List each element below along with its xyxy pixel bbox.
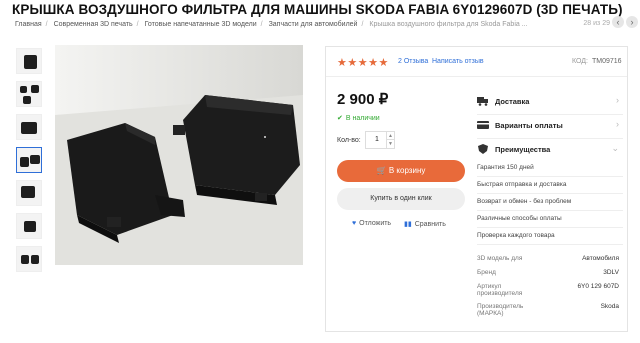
add-to-cart-button[interactable]: 🛒 В корзину <box>337 160 465 182</box>
list-item: Быстрая отправка и доставка <box>477 177 623 194</box>
sku-value: TM09716 <box>592 58 622 65</box>
thumbnail-active[interactable] <box>16 147 42 173</box>
breadcrumb-current: Крышка воздушного фильтра для Skoda Fabi… <box>369 21 528 28</box>
spec-value: Skoda <box>600 303 619 310</box>
panel-divider <box>477 114 623 115</box>
thumbnail[interactable] <box>16 180 42 206</box>
advantages-list: Гарантия 150 дней Быстрая отправка и дос… <box>477 160 623 245</box>
panel-payment-label: Варианты оплаты <box>495 121 563 130</box>
spec-key: 3D модель для <box>477 255 523 262</box>
stock-text: В наличии <box>345 115 380 122</box>
buy-one-click-button[interactable]: Купить в один клик <box>337 188 465 210</box>
list-item: Возврат и обмен - без проблем <box>477 194 623 211</box>
price: 2 900 ₽ <box>337 91 389 108</box>
sku-label: КОД: <box>572 58 588 65</box>
list-item: Гарантия 150 дней <box>477 160 623 177</box>
quantity-stepper[interactable]: 1 ▲ ▼ <box>365 131 395 149</box>
spec-row: Артикул производителя 6Y0 129 607D <box>477 283 623 301</box>
heart-icon: ♥ <box>352 220 357 227</box>
thumbnail[interactable] <box>16 246 42 272</box>
quantity-decrease-icon[interactable]: ▼ <box>386 140 394 148</box>
check-icon: ✔ <box>337 115 343 122</box>
breadcrumb-item[interactable]: Современная 3D печать <box>54 21 133 28</box>
compare-action[interactable]: ▮▮ Сравнить <box>404 220 446 228</box>
chevron-down-icon: ⌄ <box>611 143 619 153</box>
write-review-link[interactable]: Написать отзыв <box>432 58 484 65</box>
list-item: Проверка каждого товара <box>477 228 623 245</box>
panel-delivery-label: Доставка <box>495 97 530 106</box>
spec-row: Бренд 3DLV <box>477 269 623 281</box>
card-divider <box>326 76 627 77</box>
quantity-value[interactable]: 1 <box>366 132 388 148</box>
shield-icon <box>478 144 488 154</box>
product-photo-image <box>55 45 303 265</box>
thumbnail[interactable] <box>16 213 42 239</box>
specs-table: 3D модель для Автомобиля Бренд 3DLV Артику… <box>477 255 623 323</box>
chevron-left-icon: ‹ <box>616 17 620 27</box>
truck-icon <box>477 97 488 106</box>
spec-key: Бренд <box>477 269 496 276</box>
panel-advantages-label: Преимущества <box>495 145 551 154</box>
prev-product-button[interactable]: ‹ <box>612 16 624 28</box>
breadcrumb-item[interactable]: Главная <box>15 21 42 28</box>
spec-row: Производитель (МАРКА) Skoda <box>477 303 623 321</box>
favorite-action[interactable]: ♥ Отложить <box>352 220 391 227</box>
panel-advantages[interactable]: Преимущества ⌄ <box>477 142 623 160</box>
breadcrumb-item[interactable]: Запчасти для автомобилей <box>269 21 358 28</box>
product-photo[interactable] <box>55 45 303 265</box>
rating-stars: ★★★★★ <box>337 57 389 69</box>
breadcrumb-item[interactable]: Готовые напечатанные 3D модели <box>145 21 257 28</box>
compare-label: Сравнить <box>414 221 446 228</box>
spec-row: 3D модель для Автомобиля <box>477 255 623 267</box>
reviews-link[interactable]: 2 Отзыва <box>398 58 428 65</box>
panel-divider <box>477 138 623 139</box>
spec-key: Производитель (МАРКА) <box>477 303 524 317</box>
quantity-label: Кол-во: <box>337 137 361 144</box>
image-counter: 28 из 29 <box>583 20 610 27</box>
breadcrumb: Главная / Современная 3D печать / Готовые … <box>15 21 528 28</box>
thumbnail-list <box>16 48 46 279</box>
favorite-label: Отложить <box>359 220 392 227</box>
page-title: КРЫШКА ВОЗДУШНОГО ФИЛЬТРА ДЛЯ МАШИНЫ SKO… <box>12 2 623 17</box>
panel-delivery[interactable]: Доставка › <box>477 94 623 112</box>
stock-status: ✔ В наличии <box>337 114 380 122</box>
spec-value: Автомобиля <box>582 255 619 262</box>
spec-value: 6Y0 129 607D <box>577 283 619 290</box>
panel-payment[interactable]: Варианты оплаты › <box>477 118 623 136</box>
chevron-right-icon: › <box>616 95 619 105</box>
cart-icon: 🛒 <box>376 166 387 175</box>
spec-value: 3DLV <box>603 269 619 276</box>
add-to-cart-label: В корзину <box>388 166 426 175</box>
spec-key: Артикул производителя <box>477 283 523 297</box>
bars-icon: ▮▮ <box>404 221 412 228</box>
chevron-right-icon: › <box>630 17 634 27</box>
list-item: Различные способы оплаты <box>477 211 623 228</box>
thumbnail[interactable] <box>16 81 42 107</box>
card-icon <box>477 121 489 129</box>
thumbnail[interactable] <box>16 48 42 74</box>
next-product-button[interactable]: › <box>626 16 638 28</box>
chevron-right-icon: › <box>616 119 619 129</box>
quantity-increase-icon[interactable]: ▲ <box>386 132 394 140</box>
thumbnail[interactable] <box>16 114 42 140</box>
